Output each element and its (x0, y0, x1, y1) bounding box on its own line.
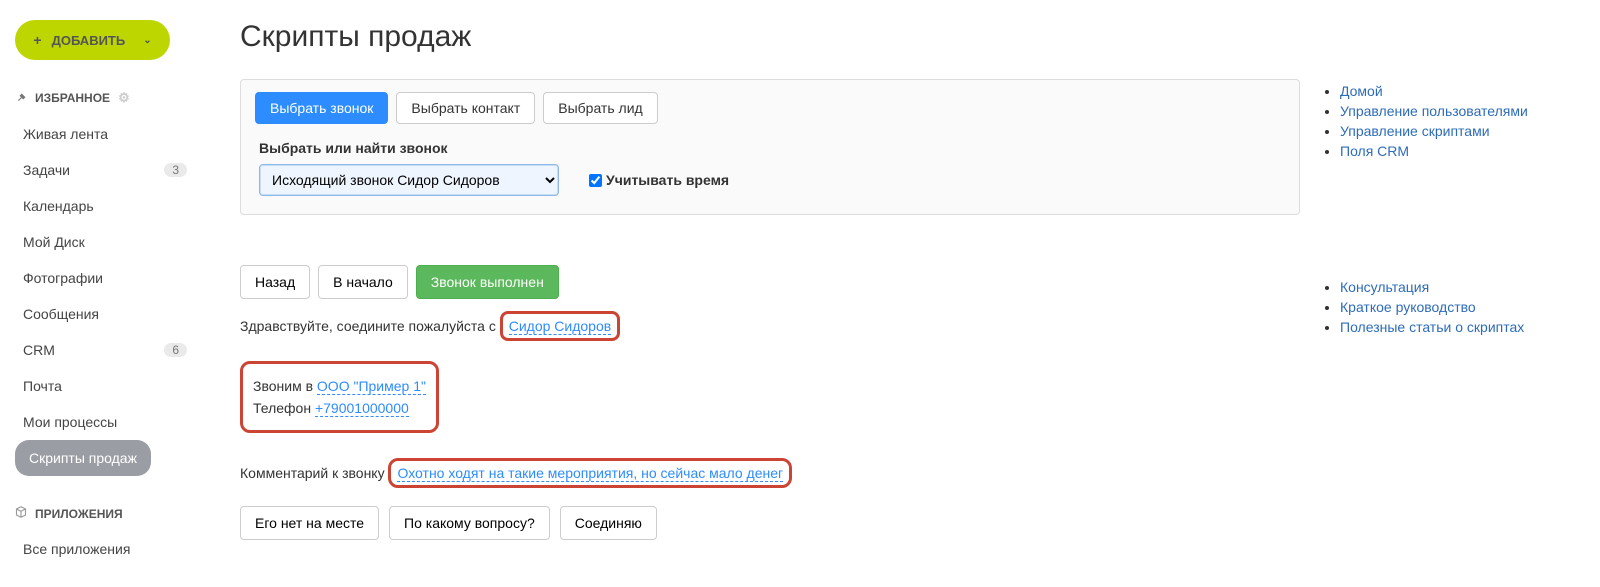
sidebar-item[interactable]: Календарь (15, 188, 195, 224)
side-link[interactable]: Полезные статьи о скриптах (1340, 319, 1524, 335)
side-link-item: Краткое руководство (1340, 299, 1570, 315)
greeting-line: Здравствуйте, соедините пожалуйста с Сид… (240, 311, 1300, 341)
gear-icon[interactable]: ⚙ (118, 90, 130, 106)
sidebar-item[interactable]: Задачи 3 (15, 152, 195, 188)
picker-panel: Выбрать звонокВыбрать контактВыбрать лид… (240, 79, 1300, 215)
sidebar-item[interactable]: Фотографии (15, 260, 195, 296)
sidebar-item-label: Календарь (23, 198, 94, 214)
sidebar-item-label: Все приложения (23, 541, 130, 557)
count-badge: 3 (164, 163, 187, 177)
sidebar-item-label: Мои процессы (23, 414, 117, 430)
chevron-down-icon: ⌄ (143, 35, 151, 46)
add-button[interactable]: + ДОБАВИТЬ ⌄ (15, 20, 170, 60)
favorites-label: ИЗБРАННОЕ (35, 91, 110, 105)
side-link[interactable]: Краткое руководство (1340, 299, 1476, 315)
side-link-item: Управление скриптами (1340, 123, 1570, 139)
content-main: Выбрать звонокВыбрать контактВыбрать лид… (240, 79, 1300, 540)
apps-header: ПРИЛОЖЕНИЯ (15, 506, 195, 521)
side-link-item: Консультация (1340, 279, 1570, 295)
sidebar-item-label: Живая лента (23, 126, 108, 142)
option-buttons: Его нет на месте По какому вопросу? Соедин… (240, 506, 1300, 540)
comment-prefix: Комментарий к звонку (240, 465, 388, 481)
company-line: Звоним в ООО "Пример 1" (253, 378, 426, 394)
sidebar-item-label: Сообщения (23, 306, 99, 322)
sidebar-item-label: CRM (23, 342, 55, 358)
nav-buttons: Назад В начало Звонок выполнен (240, 265, 1300, 299)
sidebar-item-label: Скрипты продаж (29, 450, 137, 466)
back-button[interactable]: Назад (240, 265, 310, 299)
sidebar-item-all-apps[interactable]: Все приложения (15, 531, 195, 567)
add-label: ДОБАВИТЬ (52, 33, 126, 48)
phone-link[interactable]: +79001000000 (315, 400, 409, 417)
apps-list: Все приложения (15, 531, 195, 567)
comment-link[interactable]: Охотно ходят на такие мероприятия, но се… (397, 465, 783, 482)
side-link[interactable]: Управление пользователями (1340, 103, 1528, 119)
apps-label: ПРИЛОЖЕНИЯ (35, 507, 123, 521)
cube-icon (15, 506, 27, 521)
pin-icon (15, 92, 27, 104)
sidebar-item[interactable]: Мои процессы (15, 404, 195, 440)
side-link[interactable]: Управление скриптами (1340, 123, 1490, 139)
call-select[interactable]: Исходящий звонок Сидор Сидоров (259, 164, 559, 196)
side-link-item: Полезные статьи о скриптах (1340, 319, 1570, 335)
sidebar-item[interactable]: Живая лента (15, 116, 195, 152)
contact-name-link[interactable]: Сидор Сидоров (509, 318, 611, 335)
sidebar-item-label: Мой Диск (23, 234, 85, 250)
favorites-header: ИЗБРАННОЕ ⚙ (15, 90, 195, 106)
side-links-help: Консультация Краткое руководство Полезные … (1320, 279, 1570, 335)
highlight-name: Сидор Сидоров (500, 311, 620, 341)
sidebar-item-label: Фотографии (23, 270, 103, 286)
highlight-comment: Охотно ходят на такие мероприятия, но се… (388, 458, 792, 488)
page-title: Скрипты продаж (240, 20, 1570, 54)
sidebar-item[interactable]: CRM 6 (15, 332, 195, 368)
picker-tab[interactable]: Выбрать лид (543, 92, 657, 124)
company-link[interactable]: ООО "Пример 1" (317, 378, 426, 395)
picker-label: Выбрать или найти звонок (259, 140, 1281, 156)
main: Скрипты продаж Выбрать звонокВыбрать кон… (210, 0, 1600, 587)
sidebar-list: Живая лента Задачи 3 Календарь Мой Диск Фотог… (15, 116, 195, 476)
picker-tabs: Выбрать звонокВыбрать контактВыбрать лид (255, 92, 1285, 124)
side-link[interactable]: Поля CRM (1340, 143, 1409, 159)
sidebar-item-label: Задачи (23, 162, 70, 178)
sidebar-item-label: Почта (23, 378, 62, 394)
side-link[interactable]: Консультация (1340, 279, 1429, 295)
sidebar-item[interactable]: Почта (15, 368, 195, 404)
company-prefix: Звоним в (253, 378, 317, 394)
content-side: Домой Управление пользователями Управление… (1320, 79, 1570, 540)
side-link[interactable]: Домой (1340, 83, 1383, 99)
side-link-item: Управление пользователями (1340, 103, 1570, 119)
greeting-prefix: Здравствуйте, соедините пожалуйста с (240, 318, 500, 334)
time-checkbox[interactable] (589, 174, 602, 187)
call-done-button[interactable]: Звонок выполнен (416, 265, 559, 299)
sidebar-item[interactable]: Мой Диск (15, 224, 195, 260)
comment-line: Комментарий к звонку Охотно ходят на так… (240, 458, 1300, 488)
plus-icon: + (33, 32, 41, 48)
side-link-item: Домой (1340, 83, 1570, 99)
call-info-box: Звоним в ООО "Пример 1" Телефон +7900100… (240, 361, 439, 433)
response-option-button[interactable]: Его нет на месте (240, 506, 379, 540)
side-link-item: Поля CRM (1340, 143, 1570, 159)
start-button[interactable]: В начало (318, 265, 408, 299)
side-links-admin: Домой Управление пользователями Управление… (1320, 83, 1570, 159)
sidebar-item[interactable]: Скрипты продаж (15, 440, 151, 476)
sidebar: + ДОБАВИТЬ ⌄ ИЗБРАННОЕ ⚙ Живая лента Зада… (0, 0, 210, 587)
phone-prefix: Телефон (253, 400, 315, 416)
response-option-button[interactable]: Соединяю (560, 506, 657, 540)
checkbox-label: Учитывать время (606, 172, 729, 188)
picker-tab[interactable]: Выбрать контакт (396, 92, 535, 124)
picker-tab[interactable]: Выбрать звонок (255, 92, 388, 124)
phone-line: Телефон +79001000000 (253, 400, 426, 416)
sidebar-item[interactable]: Сообщения (15, 296, 195, 332)
response-option-button[interactable]: По какому вопросу? (389, 506, 550, 540)
count-badge: 6 (164, 343, 187, 357)
time-checkbox-row[interactable]: Учитывать время (589, 172, 729, 188)
